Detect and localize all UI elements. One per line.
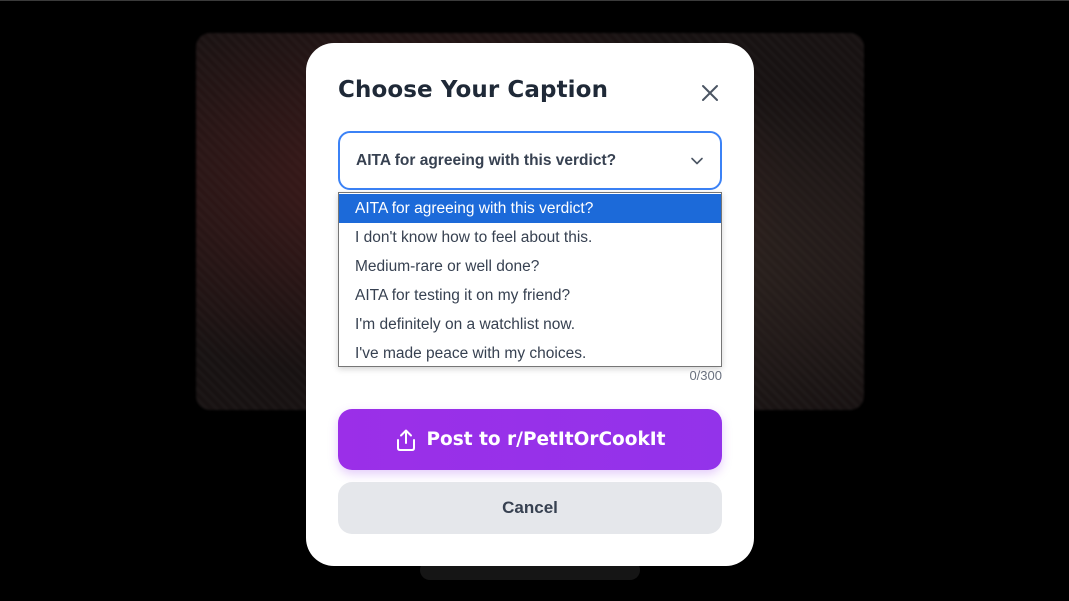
dropdown-option[interactable]: I don't know how to feel about this. — [339, 223, 721, 252]
dropdown-option[interactable]: I've made peace with my choices. — [339, 339, 721, 368]
dropdown-option[interactable]: I'm definitely on a watchlist now. — [339, 310, 721, 339]
character-counter: 0/300 — [689, 368, 722, 383]
post-button[interactable]: Post to r/PetItOrCookIt — [338, 409, 722, 470]
close-icon — [702, 85, 718, 101]
chevron-down-icon — [691, 157, 703, 165]
dropdown-option[interactable]: AITA for testing it on my friend? — [339, 281, 721, 310]
cancel-button-label: Cancel — [502, 498, 558, 517]
dropdown-option[interactable]: Medium-rare or well done? — [339, 252, 721, 281]
dropdown-option[interactable]: AITA for agreeing with this verdict? — [339, 194, 721, 223]
caption-dropdown-list: AITA for agreeing with this verdict? I d… — [338, 192, 722, 367]
cancel-button[interactable]: Cancel — [338, 482, 722, 534]
modal-title: Choose Your Caption — [338, 77, 609, 103]
caption-select-value: AITA for agreeing with this verdict? — [356, 152, 617, 169]
post-button-label: Post to r/PetItOrCookIt — [426, 429, 666, 450]
share-upload-icon — [396, 429, 415, 451]
caption-select[interactable]: AITA for agreeing with this verdict? — [338, 131, 722, 190]
close-button[interactable] — [696, 79, 724, 107]
window-top-border — [0, 0, 1069, 1]
